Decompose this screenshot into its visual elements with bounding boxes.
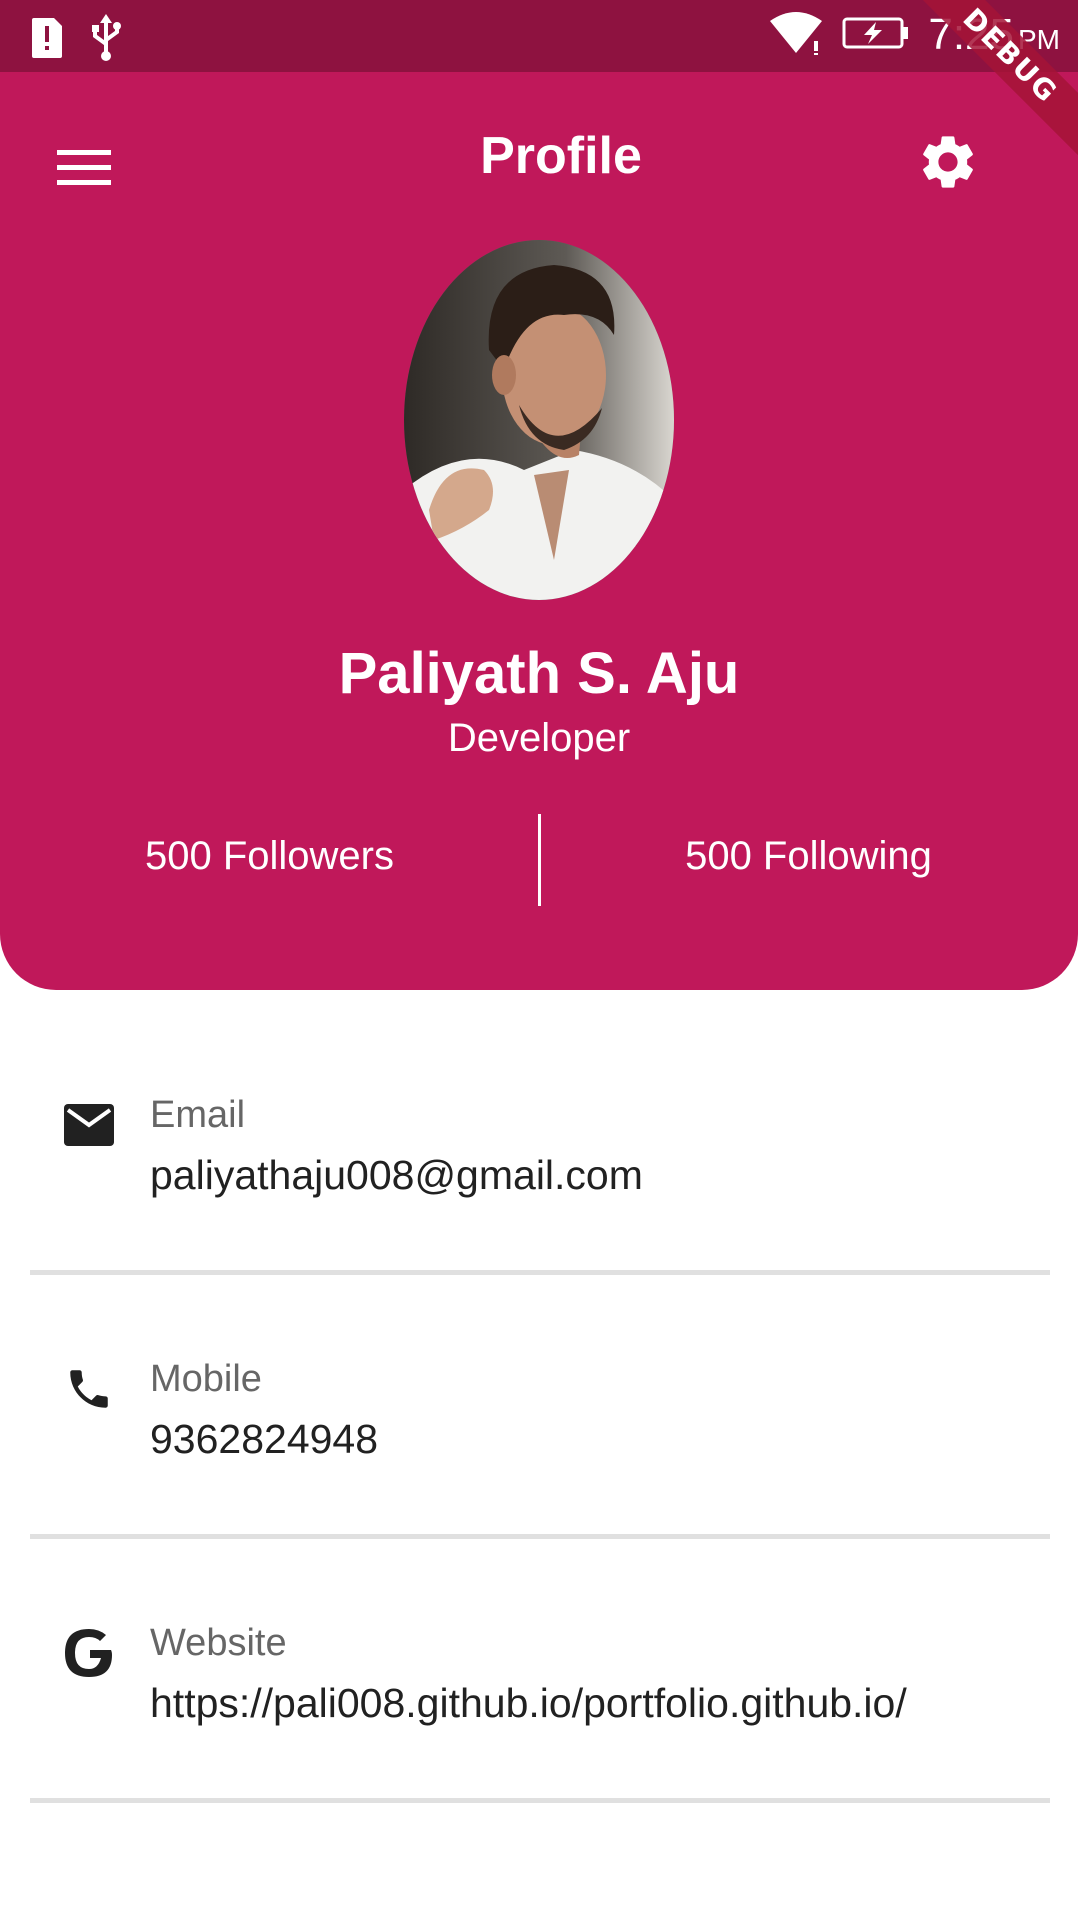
wifi-icon	[768, 11, 824, 60]
gear-icon	[916, 130, 980, 199]
divider	[30, 1798, 1050, 1803]
profile-name: Paliyath S. Aju	[338, 641, 740, 706]
divider	[30, 1534, 1050, 1539]
phone-icon	[58, 1358, 120, 1420]
following-count[interactable]: 500 Following	[539, 834, 1078, 879]
mobile-label: Mobile	[150, 1358, 262, 1400]
website-value[interactable]: https://pali008.github.io/portfolio.gith…	[150, 1680, 907, 1727]
mobile-value: 9362824948	[150, 1416, 379, 1462]
profile-screen: 7:25PM Profile	[0, 0, 1078, 1920]
avatar-photo	[404, 240, 674, 600]
alert-sim-icon	[30, 16, 64, 65]
email-item[interactable]: Email paliyathaju008@gmail.com	[0, 1094, 1078, 1356]
stats-row: 500 Followers 500 Following	[0, 814, 1078, 906]
mobile-item[interactable]: Mobile 9362824948	[0, 1358, 1078, 1620]
battery-charging-icon	[842, 16, 910, 55]
website-item[interactable]: Website https://pali008.github.io/portfo…	[0, 1622, 1078, 1884]
google-icon	[58, 1622, 120, 1684]
email-label: Email	[150, 1094, 246, 1136]
profile-header: Profile Paliyath S. Aju Developer 500 Fo…	[0, 72, 1078, 990]
avatar[interactable]	[404, 240, 674, 600]
status-bar: 7:25PM	[0, 0, 1078, 72]
mail-icon	[58, 1094, 120, 1156]
usb-icon	[90, 14, 122, 67]
website-label: Website	[150, 1622, 287, 1664]
divider	[30, 1270, 1050, 1275]
settings-button[interactable]	[906, 122, 990, 206]
profile-role: Developer	[447, 716, 631, 760]
followers-count[interactable]: 500 Followers	[0, 834, 539, 879]
email-value: paliyathaju008@gmail.com	[150, 1152, 643, 1198]
app-bar: Profile	[0, 72, 1078, 242]
